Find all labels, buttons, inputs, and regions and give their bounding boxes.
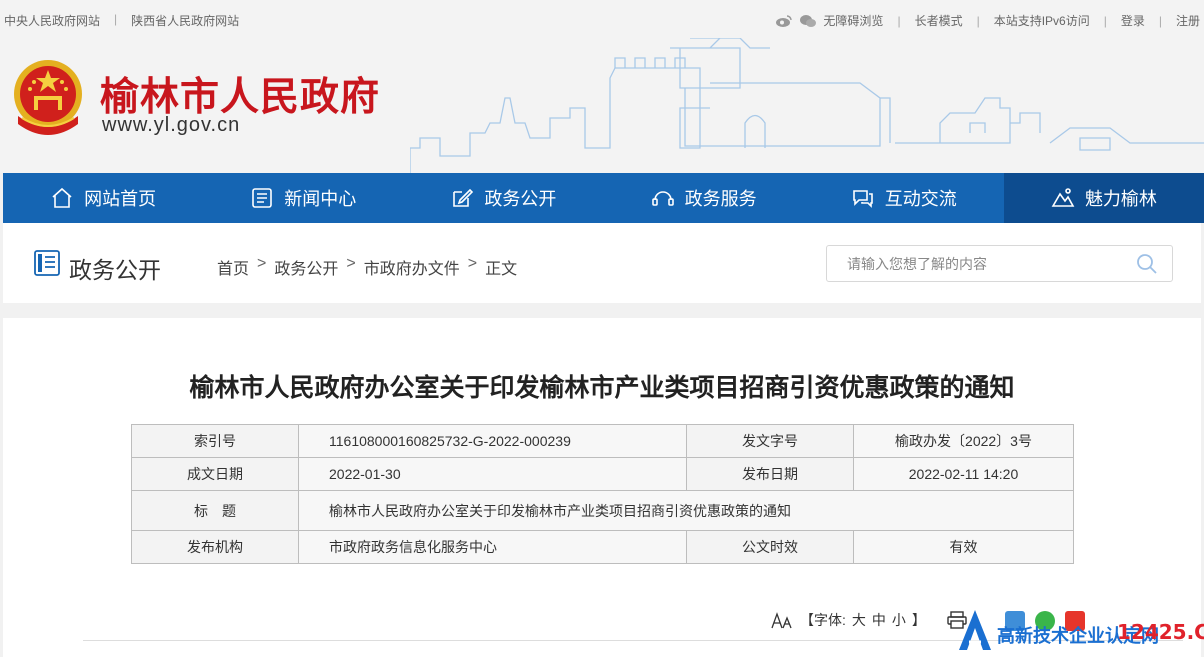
top-utility-bar: 中央人民政府网站 | 陕西省人民政府网站 无障碍浏览 | 长者模式 | 本站支持… (0, 0, 1204, 38)
document-meta-table: 索引号 116108000160825732-G-2022-000239 发文字… (131, 424, 1074, 564)
search-input[interactable] (827, 246, 1117, 281)
link-central-gov[interactable]: 中央人民政府网站 (4, 12, 100, 29)
meta-value: 榆政办发〔2022〕3号 (853, 424, 1074, 458)
nav-label: 魅力榆林 (1084, 189, 1157, 209)
main-nav: 网站首页 新闻中心 政务公开 政务服务 互动交流 魅力榆林 (3, 173, 1204, 223)
top-right-links: 无障碍浏览 | 长者模式 | 本站支持IPv6访问 | 登录 | 注册 (775, 12, 1200, 29)
document-list-icon (34, 250, 60, 276)
table-row: 标 题 榆林市人民政府办公室关于印发榆林市产业类项目招商引资优惠政策的通知 (131, 490, 1074, 531)
font-suffix: 】 (911, 612, 926, 628)
meta-value: 有效 (853, 530, 1074, 564)
breadcrumb-current: 正文 (485, 261, 518, 278)
edit-icon (453, 188, 474, 207)
meta-value: 2022-02-11 14:20 (853, 457, 1074, 491)
separator: | (1103, 13, 1107, 28)
meta-label: 发布机构 (131, 530, 299, 564)
nav-item-home[interactable]: 网站首页 (3, 173, 203, 223)
breadcrumb-gov-affairs[interactable]: 政务公开 (274, 255, 338, 279)
separator: | (114, 12, 118, 26)
top-left-links: 中央人民政府网站 | 陕西省人民政府网站 (4, 12, 239, 29)
link-shaanxi-gov[interactable]: 陕西省人民政府网站 (131, 12, 239, 29)
document-title: 榆林市人民政府办公室关于印发榆林市产业类项目招商引资优惠政策的通知 (189, 373, 1015, 402)
weibo-icon[interactable] (775, 14, 793, 28)
link-elder-mode[interactable]: 长者模式 (915, 12, 963, 29)
breadcrumb-separator: > (467, 255, 478, 272)
table-row: 成文日期 2022-01-30 发布日期 2022-02-11 14:20 (131, 457, 1074, 491)
site-watermark: 高新技术企业认定网 12425.CN (955, 604, 1204, 657)
header-banner: 榆林市人民政府 www.yl.gov.cn (0, 38, 1204, 173)
service-icon (651, 191, 674, 206)
nav-item-gov-affairs[interactable]: 政务公开 (403, 173, 603, 223)
breadcrumb-separator: > (257, 255, 267, 272)
breadcrumb: 首页 > 政务公开 > 市政府办文件 > 正文 (217, 255, 517, 279)
watermark-logo-icon (959, 610, 991, 650)
font-prefix: 【字体: (800, 612, 846, 628)
separator: | (897, 13, 901, 28)
meta-value: 116108000160825732-G-2022-000239 (298, 424, 687, 458)
search-icon[interactable] (1136, 253, 1158, 275)
meta-label: 发文字号 (686, 424, 854, 458)
search-box (826, 245, 1173, 282)
separator: | (1158, 13, 1162, 28)
news-icon (252, 188, 273, 208)
meta-value: 市政府政务信息化服务中心 (298, 530, 687, 564)
ipv6-text: 本站支持IPv6访问 (993, 14, 1090, 28)
mountain-icon (1051, 188, 1075, 207)
wechat-icon[interactable] (799, 14, 817, 28)
nav-label: 互动交流 (884, 189, 957, 209)
meta-label: 发布日期 (686, 457, 854, 491)
home-icon (52, 187, 72, 208)
separator: | (976, 13, 980, 28)
table-row: 发布机构 市政府政务信息化服务中心 公文时效 有效 (131, 530, 1074, 564)
national-emblem-icon[interactable] (8, 56, 88, 140)
nav-item-interaction[interactable]: 互动交流 (804, 173, 1004, 223)
meta-value: 2022-01-30 (298, 457, 687, 491)
chat-icon (852, 190, 873, 208)
nav-label: 新闻中心 (284, 189, 357, 209)
meta-value: 榆林市人民政府办公室关于印发榆林市产业类项目招商引资优惠政策的通知 (298, 490, 1074, 531)
article-tools: 【字体: 大 中 小 】 (770, 610, 968, 630)
section-title: 政务公开 (69, 257, 161, 283)
link-accessible[interactable]: 无障碍浏览 (823, 12, 883, 29)
breadcrumb-city-docs[interactable]: 市政府办文件 (364, 255, 460, 279)
breadcrumb-separator: > (346, 255, 356, 272)
nav-item-news[interactable]: 新闻中心 (203, 173, 403, 223)
meta-label: 标 题 (131, 490, 299, 531)
font-small-button[interactable]: 小 (892, 610, 906, 630)
nav-label: 政务服务 (684, 189, 757, 209)
nav-label: 网站首页 (84, 189, 157, 209)
site-url: www.yl.gov.cn (102, 114, 241, 136)
link-register[interactable]: 注册 (1176, 12, 1200, 29)
city-wall-skyline (410, 38, 1204, 173)
watermark-domain: 12425.CN (1117, 620, 1204, 644)
breadcrumb-home[interactable]: 首页 (217, 255, 249, 279)
meta-label: 公文时效 (686, 530, 854, 564)
font-large-button[interactable]: 大 (852, 610, 866, 630)
link-login[interactable]: 登录 (1121, 12, 1145, 29)
meta-label: 索引号 (131, 424, 299, 458)
table-row: 索引号 116108000160825732-G-2022-000239 发文字… (131, 424, 1074, 458)
section-header: 政务公开 首页 > 政务公开 > 市政府办文件 > 正文 (3, 223, 1201, 303)
font-medium-button[interactable]: 中 (872, 610, 886, 630)
meta-label: 成文日期 (131, 457, 299, 491)
font-size-icon (771, 612, 792, 629)
nav-label: 政务公开 (484, 189, 557, 209)
nav-item-services[interactable]: 政务服务 (604, 173, 804, 223)
nav-item-charm-yulin[interactable]: 魅力榆林 (1003, 173, 1204, 223)
